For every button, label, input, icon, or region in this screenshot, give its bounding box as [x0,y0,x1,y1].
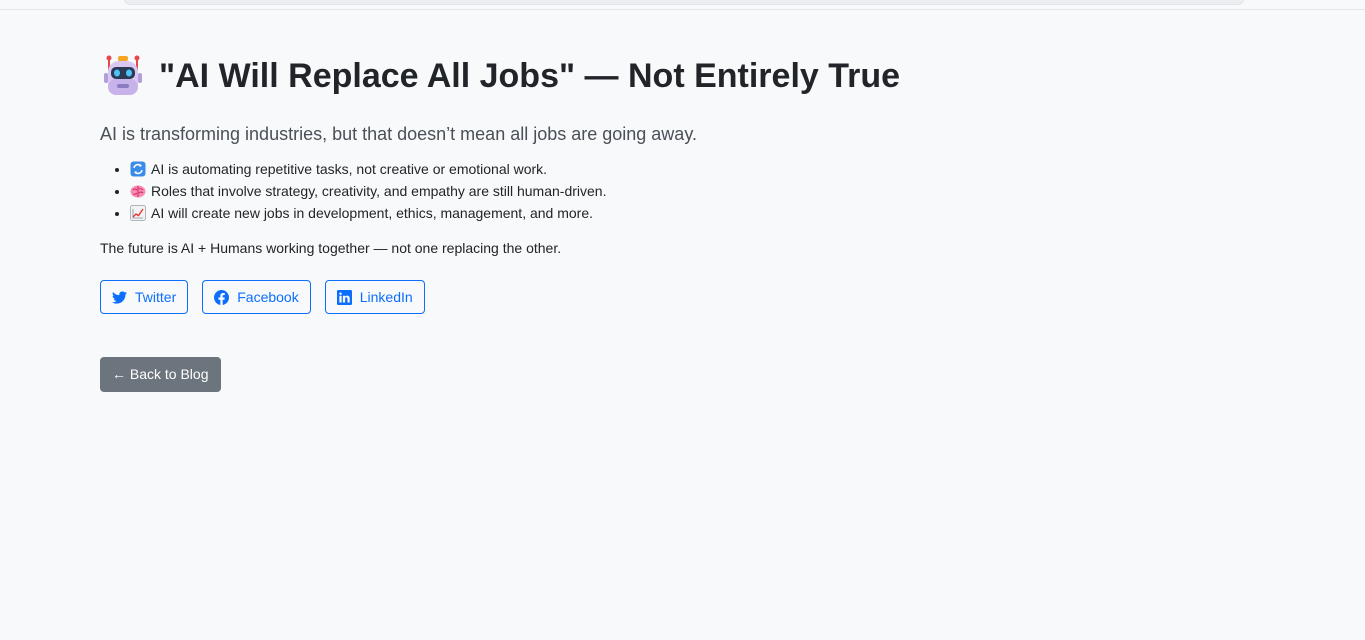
share-twitter-label: Twitter [135,289,177,305]
article-title: "AI Will Replace All Jobs" — Not Entirel… [100,52,1200,100]
share-buttons: Twitter Facebook LinkedIn [100,280,1200,314]
article-closing: The future is AI + Humans working togeth… [100,240,562,256]
list-item-text: Roles that involve strategy, creativity,… [151,183,607,199]
article-container: "AI Will Replace All Jobs" — Not Entirel… [100,52,1200,392]
list-item-text: AI will create new jobs in development, … [151,205,594,221]
brain-icon [130,185,146,198]
share-facebook-label: Facebook [237,289,299,305]
key-points-list: AI is automating repetitive tasks, not c… [100,158,1200,224]
list-item: Roles that involve strategy, creativity,… [130,180,1200,202]
list-item-text: AI is automating repetitive tasks, not c… [151,161,548,177]
share-facebook-button[interactable]: Facebook [202,280,311,314]
share-linkedin-label: LinkedIn [359,289,413,305]
article-lead: AI is transforming industries, but that … [100,124,697,144]
share-twitter-button[interactable]: Twitter [100,280,189,314]
repeat-icon [130,161,146,177]
back-to-blog-button[interactable]: ← Back to Blog [100,357,221,392]
twitter-icon [112,290,127,304]
browser-top-bar [0,0,1365,10]
address-bar-edge [124,0,1244,5]
chart-increasing-icon [130,205,146,221]
robot-icon [104,55,142,95]
facebook-icon [214,289,230,305]
linkedin-icon [336,289,352,305]
list-item: AI will create new jobs in development, … [130,202,1200,224]
article-title-text: "AI Will Replace All Jobs" — Not Entirel… [159,57,901,95]
list-item: AI is automating repetitive tasks, not c… [130,158,1200,180]
share-linkedin-button[interactable]: LinkedIn [324,280,425,314]
